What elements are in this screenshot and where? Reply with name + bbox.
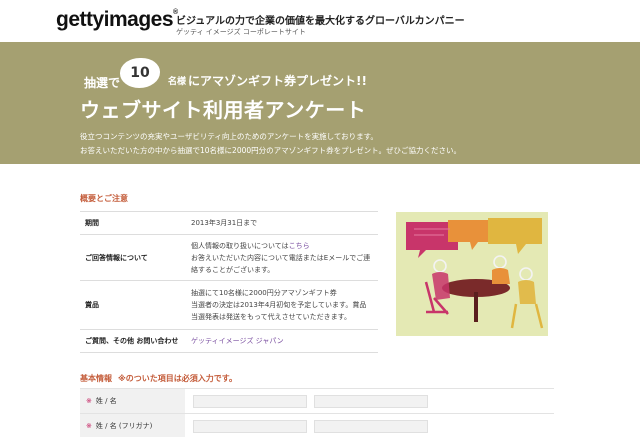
last-name-input[interactable] <box>193 394 307 408</box>
header-tagline: ビジュアルの力で企業の価値を最大化するグローバルカンパニー <box>176 16 465 27</box>
required-note: ※のついた項目は必須入力です。 <box>118 374 237 383</box>
meeting-speech-bubbles-icon <box>396 212 548 336</box>
banner-description-line-2: お答えいただいた方の中から抽選で10名様に2000円分のアマゾンギフト券をプレゼ… <box>80 146 461 155</box>
contact-link[interactable]: ゲッティイメージズ ジャパン <box>191 337 284 345</box>
meeting-illustration <box>396 212 548 336</box>
form-row-name: ※ 姓 / 名 <box>80 388 554 414</box>
basic-info-section-title: 基本情報 ※のついた項目は必須入力です。 <box>80 374 237 383</box>
overview-value: 個人情報の取り扱いについてはこちら お答えいただいた内容について電話またはEメー… <box>191 234 378 281</box>
overview-key: 賞品 <box>80 280 191 330</box>
first-name-kana-input[interactable] <box>314 419 428 433</box>
banner-description-line-1: 役立つコンテンツの充実やユーザビリティ向上のためのアンケートを実施しております。 <box>80 132 378 141</box>
promo-tail: にアマゾンギフト券プレゼント!! <box>188 74 367 88</box>
promo-suffix: 名様 <box>168 77 187 87</box>
first-name-input[interactable] <box>314 394 428 408</box>
site-header: gettyimages® ビジュアルの力で企業の価値を最大化するグローバルカンパ… <box>0 0 640 42</box>
last-name-kana-input[interactable] <box>193 419 307 433</box>
overview-key: ご質問、その他 お問い合わせ <box>80 329 191 353</box>
required-mark: ※ <box>86 422 92 431</box>
promo-lead: 抽選で <box>84 76 121 90</box>
overview-value: 2013年3月31日まで <box>191 211 378 235</box>
header-tagline-sub: ゲッティ イメージズ コーポレートサイト <box>176 28 306 36</box>
overview-key: 期間 <box>80 211 191 235</box>
table-row: 賞品 抽選にて10名様に2000円分アマゾンギフト券 当選者の決定は2013年4… <box>80 280 378 330</box>
table-row: ご質問、その他 お問い合わせ ゲッティイメージズ ジャパン <box>80 329 378 353</box>
page-title: ウェブサイト利用者アンケート <box>80 98 367 122</box>
field-label: ※ 姓 / 名 <box>80 388 185 414</box>
form-row-name-kana: ※ 姓 / 名 (フリガナ) <box>80 413 554 437</box>
overview-section-title: 概要とご注意 <box>80 194 128 203</box>
gettyimages-logo[interactable]: gettyimages® <box>56 8 178 32</box>
overview-table: 期間 2013年3月31日まで ご回答情報について 個人情報の取り扱いについては… <box>80 211 378 353</box>
privacy-policy-link[interactable]: こちら <box>289 242 310 250</box>
table-row: 期間 2013年3月31日まで <box>80 211 378 235</box>
required-mark: ※ <box>86 397 92 405</box>
overview-key: ご回答情報について <box>80 234 191 281</box>
overview-value: ゲッティイメージズ ジャパン <box>191 329 378 353</box>
field-label: ※ 姓 / 名 (フリガナ) <box>80 413 185 437</box>
basic-info-form: ※ 姓 / 名 ※ 姓 / 名 (フリガナ) <box>80 388 554 437</box>
table-row: ご回答情報について 個人情報の取り扱いについてはこちら お答えいただいた内容につ… <box>80 234 378 281</box>
overview-value: 抽選にて10名様に2000円分アマゾンギフト券 当選者の決定は2013年4月初旬… <box>191 280 378 330</box>
